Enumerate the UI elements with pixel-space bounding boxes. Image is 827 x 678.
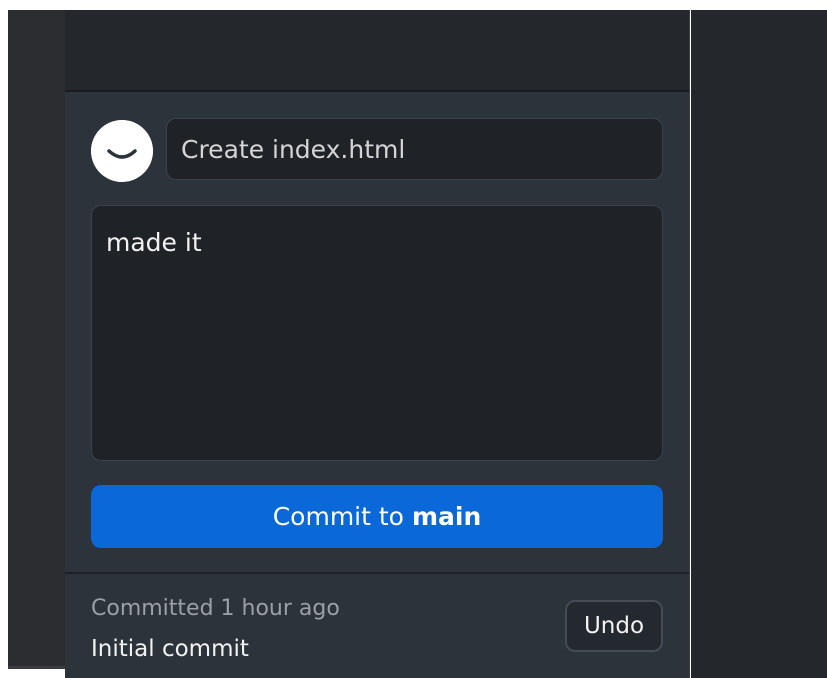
activity-bar bbox=[8, 10, 65, 668]
commit-branch-name: main bbox=[411, 502, 482, 531]
commit-form: made it Commit to main bbox=[65, 92, 689, 574]
commit-description-input[interactable]: made it bbox=[91, 205, 663, 461]
changes-list-area bbox=[65, 10, 689, 92]
undo-button[interactable]: Undo bbox=[565, 600, 663, 652]
activity-bar-divider bbox=[8, 666, 65, 669]
changes-panel: made it Commit to main Committed 1 hour … bbox=[65, 10, 690, 678]
last-commit-section: Committed 1 hour ago Initial commit Undo bbox=[65, 574, 689, 678]
app-window: made it Commit to main Committed 1 hour … bbox=[0, 0, 827, 678]
commit-button-label: Commit to bbox=[272, 502, 404, 531]
last-commit-time: Committed 1 hour ago bbox=[91, 596, 340, 621]
last-commit-message: Initial commit bbox=[91, 636, 249, 662]
commit-button[interactable]: Commit to main bbox=[91, 485, 663, 548]
commit-summary-input[interactable] bbox=[166, 118, 663, 180]
avatar[interactable] bbox=[91, 120, 153, 182]
smile-avatar-icon bbox=[91, 120, 153, 182]
diff-view-area bbox=[691, 10, 827, 678]
